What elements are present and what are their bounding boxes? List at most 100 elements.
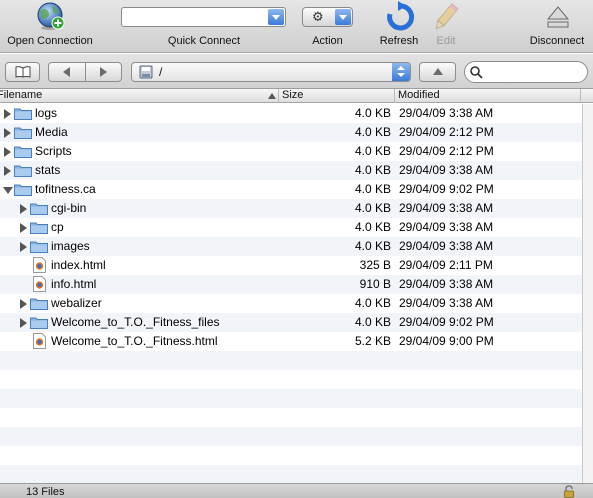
disclosure-closed-icon[interactable] <box>20 299 27 309</box>
empty-row <box>0 389 582 408</box>
html-file-icon <box>33 276 46 292</box>
file-name: webalizer <box>51 296 102 310</box>
file-size: 5.2 KB <box>354 334 391 348</box>
file-row[interactable]: Scripts 4.0 KB 29/04/09 2:12 PM <box>0 142 582 161</box>
disclosure-closed-icon[interactable] <box>4 128 11 138</box>
refresh-button[interactable]: Refresh <box>372 0 426 53</box>
file-modified: 29/04/09 2:12 PM <box>399 125 494 139</box>
chevron-updown-icon <box>392 63 410 81</box>
size-column-header[interactable]: Size <box>280 89 395 103</box>
file-modified: 29/04/09 3:38 AM <box>399 163 494 177</box>
search-field[interactable] <box>464 61 588 83</box>
file-row[interactable]: cp 4.0 KB 29/04/09 3:38 AM <box>0 218 582 237</box>
file-row[interactable]: logs 4.0 KB 29/04/09 3:38 AM <box>0 104 582 123</box>
empty-row <box>0 427 582 446</box>
file-row[interactable]: Welcome_to_T.O._Fitness.html 5.2 KB 29/04/… <box>0 332 582 351</box>
folder-icon <box>14 184 32 196</box>
file-name: cp <box>51 220 64 234</box>
disclosure-closed-icon[interactable] <box>20 204 27 214</box>
file-size: 325 B <box>359 258 391 272</box>
modified-column-header[interactable]: Modified <box>396 89 581 103</box>
pencil-icon <box>435 3 459 30</box>
action-button[interactable]: ⚙ <box>302 7 353 27</box>
disclosure-closed-icon[interactable] <box>4 147 11 157</box>
file-row[interactable]: images 4.0 KB 29/04/09 3:38 AM <box>0 237 582 256</box>
file-size: 4.0 KB <box>354 220 391 234</box>
file-row[interactable]: Media 4.0 KB 29/04/09 2:12 PM <box>0 123 582 142</box>
lock-icon <box>564 485 574 498</box>
back-arrow-icon <box>63 67 70 77</box>
file-row[interactable]: info.html 910 B 29/04/09 3:38 AM <box>0 275 582 294</box>
file-list: logs 4.0 KB 29/04/09 3:38 AM Media 4.0 KB 29/… <box>0 104 582 483</box>
file-modified: 29/04/09 2:12 PM <box>399 144 494 158</box>
toolbar: Open Connection Quick Connect ⚙ Action R… <box>0 0 593 53</box>
file-row[interactable]: stats 4.0 KB 29/04/09 3:38 AM <box>0 161 582 180</box>
path-label: / <box>159 65 163 79</box>
folder-icon <box>30 203 48 215</box>
folder-icon <box>30 298 48 310</box>
file-size: 4.0 KB <box>354 144 391 158</box>
forward-button[interactable] <box>86 63 122 81</box>
file-row[interactable]: Welcome_to_T.O._Fitness_files 4.0 KB 29/04… <box>0 313 582 332</box>
file-modified: 29/04/09 3:38 AM <box>399 220 494 234</box>
file-row[interactable]: tofitness.ca 4.0 KB 29/04/09 9:02 PM <box>0 180 582 199</box>
refresh-icon <box>387 1 415 31</box>
disclosure-open-icon[interactable] <box>3 187 13 194</box>
html-file-icon <box>33 333 46 349</box>
empty-row <box>0 446 582 465</box>
disconnect-label: Disconnect <box>529 35 585 47</box>
file-size: 4.0 KB <box>354 315 391 329</box>
back-button[interactable] <box>49 63 86 81</box>
folder-icon <box>30 317 48 329</box>
file-size: 910 B <box>359 277 391 291</box>
bookmarks-button[interactable] <box>5 62 40 82</box>
disclosure-closed-icon[interactable] <box>4 109 11 119</box>
eject-icon <box>546 6 570 28</box>
quick-connect-label: Quick Connect <box>167 35 241 47</box>
disclosure-closed-icon[interactable] <box>20 242 27 252</box>
quick-connect-combobox[interactable] <box>121 7 286 27</box>
empty-row <box>0 465 582 483</box>
disclosure-closed-icon[interactable] <box>20 318 27 328</box>
filename-column-header[interactable]: Filename <box>0 89 279 103</box>
quick-connect-group: Quick Connect <box>115 0 293 53</box>
edit-button[interactable]: Edit <box>426 0 466 53</box>
action-label: Action <box>312 35 343 47</box>
sort-ascending-icon <box>268 93 276 99</box>
file-name: Welcome_to_T.O._Fitness_files <box>51 315 220 329</box>
file-row[interactable]: index.html 325 B 29/04/09 2:11 PM <box>0 256 582 275</box>
file-row[interactable]: cgi-bin 4.0 KB 29/04/09 3:38 AM <box>0 199 582 218</box>
empty-row <box>0 351 582 370</box>
edit-label: Edit <box>436 35 456 47</box>
file-modified: 29/04/09 9:00 PM <box>399 334 494 348</box>
search-input[interactable] <box>485 65 581 80</box>
path-popup[interactable]: / <box>131 62 411 82</box>
folder-icon <box>14 146 32 158</box>
file-name: Scripts <box>35 144 72 158</box>
search-icon <box>470 66 483 79</box>
disclosure-closed-icon[interactable] <box>4 166 11 176</box>
file-size: 4.0 KB <box>354 296 391 310</box>
status-bar: 13 Files <box>0 483 593 498</box>
file-modified: 29/04/09 2:11 PM <box>399 258 493 272</box>
parent-directory-button[interactable] <box>419 62 456 82</box>
file-modified: 29/04/09 9:02 PM <box>399 182 494 196</box>
globe-icon <box>37 2 65 30</box>
open-connection-label: Open Connection <box>7 35 93 47</box>
disconnect-button[interactable]: Disconnect <box>524 0 590 53</box>
file-row[interactable]: webalizer 4.0 KB 29/04/09 3:38 AM <box>0 294 582 313</box>
vertical-scrollbar[interactable] <box>582 104 593 483</box>
file-name: index.html <box>51 258 106 272</box>
action-group: ⚙ Action <box>300 0 355 53</box>
file-name: cgi-bin <box>51 201 87 215</box>
forward-arrow-icon <box>100 67 107 77</box>
empty-row <box>0 370 582 389</box>
folder-icon <box>30 222 48 234</box>
file-modified: 29/04/09 3:38 AM <box>399 277 494 291</box>
disclosure-closed-icon[interactable] <box>20 223 27 233</box>
quick-connect-input[interactable] <box>124 9 266 25</box>
chevron-down-icon[interactable] <box>268 9 284 25</box>
folder-icon <box>14 127 32 139</box>
modified-column-label: Modified <box>398 89 440 101</box>
open-connection-button[interactable]: Open Connection <box>0 0 100 53</box>
